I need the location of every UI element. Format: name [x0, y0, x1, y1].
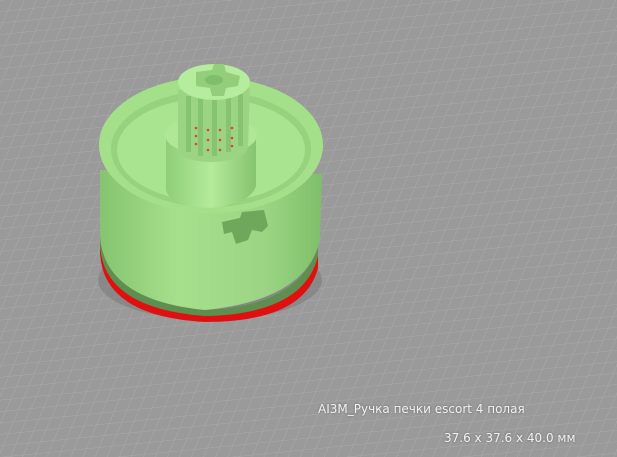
3d-model[interactable]: [99, 64, 323, 322]
shaft-hole: [205, 75, 223, 85]
model-name-label: AI3M_Ручка печки escort 4 полая: [318, 402, 525, 416]
model-dimensions-label: 37.6 x 37.6 x 40.0 мм: [444, 431, 576, 445]
build-plate-scene[interactable]: [0, 0, 617, 457]
3d-viewport[interactable]: AI3M_Ручка печки escort 4 полая 37.6 x 3…: [0, 0, 617, 457]
